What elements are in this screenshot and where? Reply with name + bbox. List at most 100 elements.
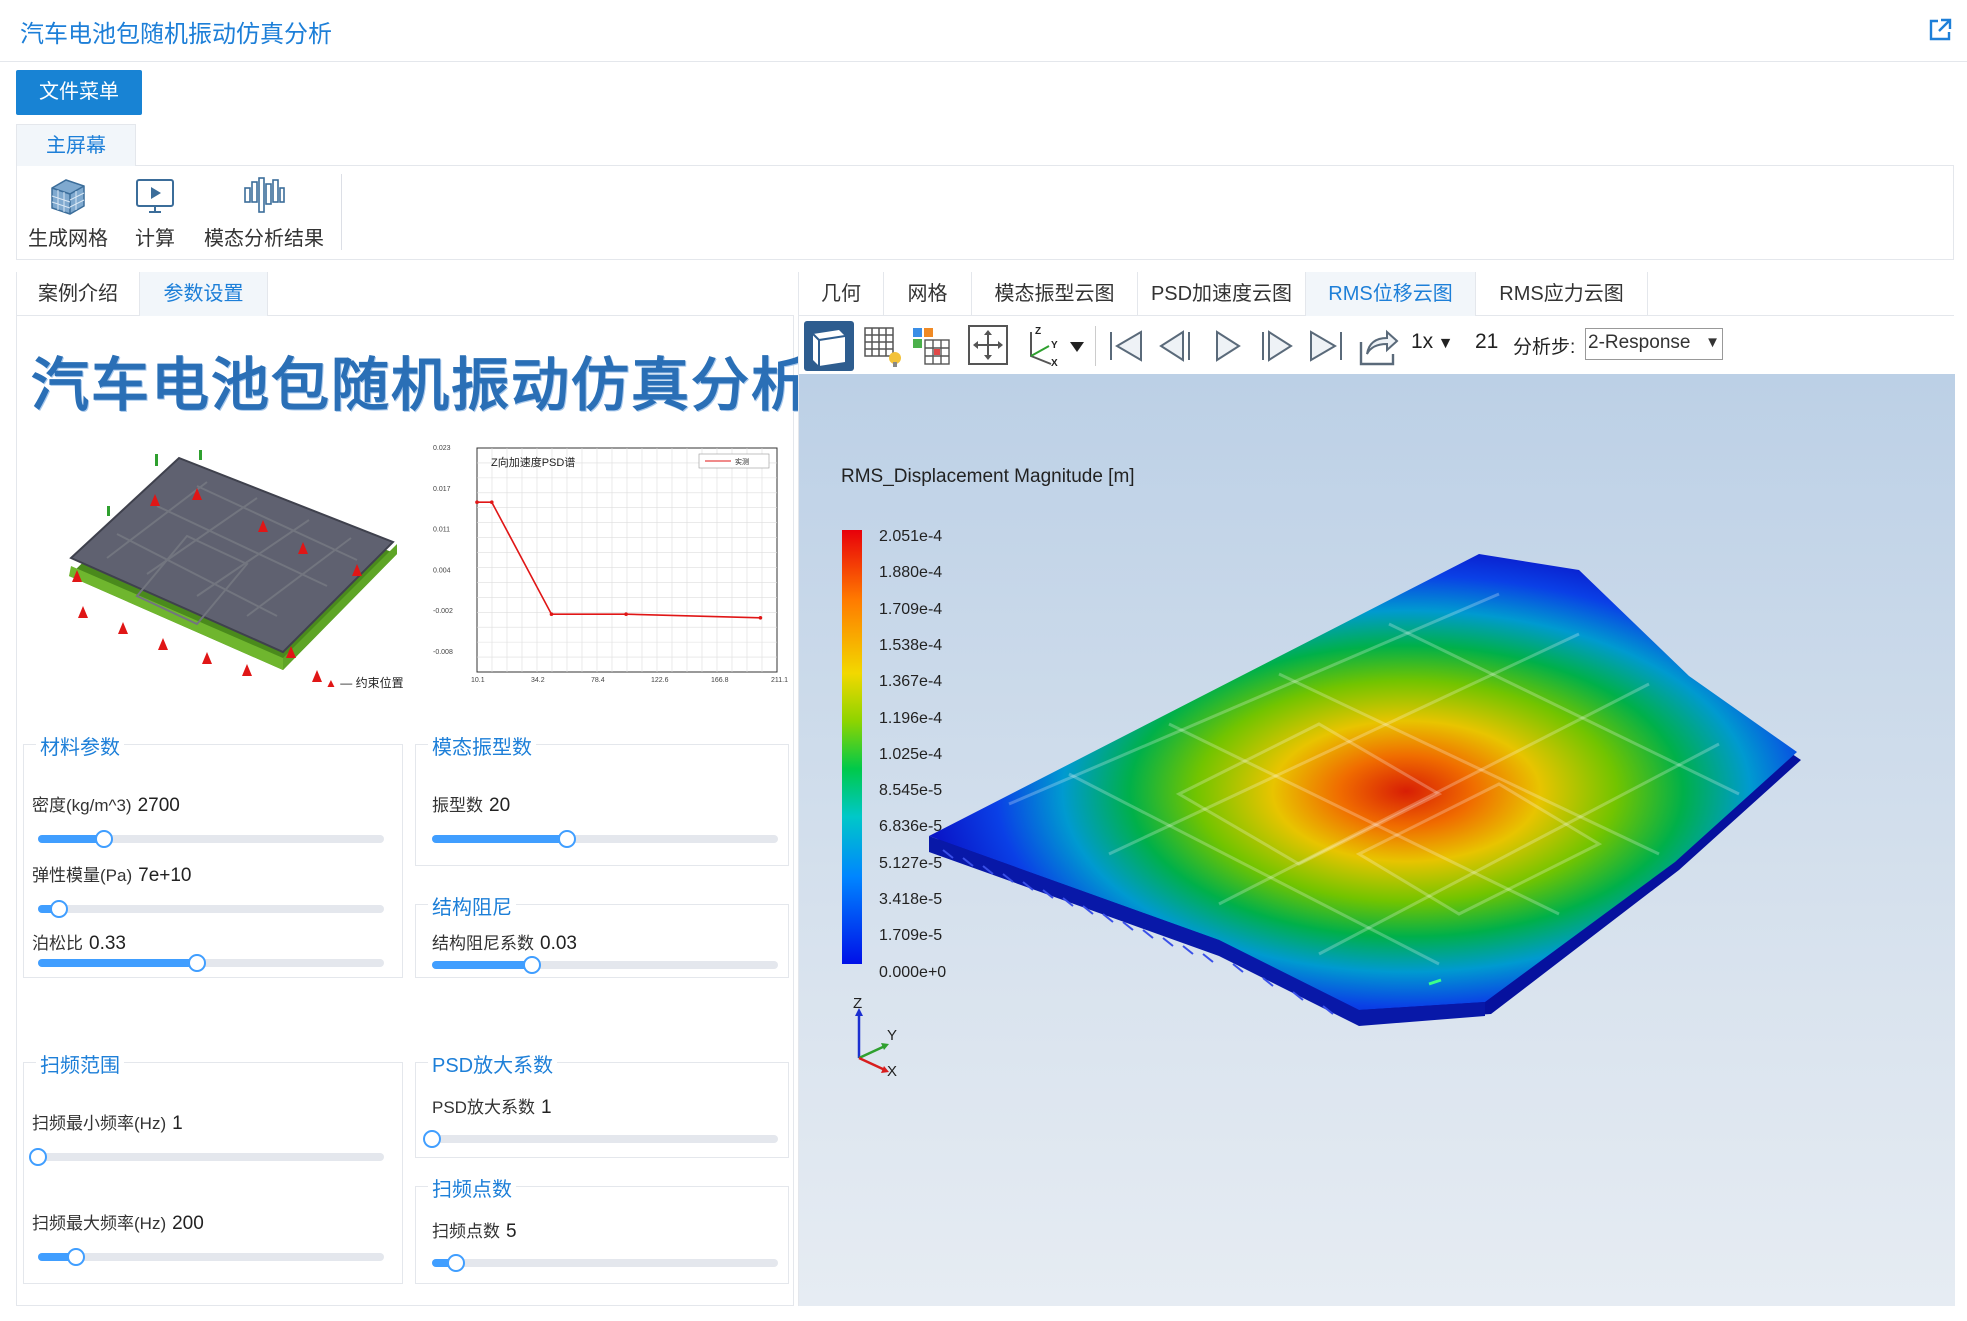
app-title: 汽车电池包随机振动仿真分析: [20, 21, 332, 48]
modulus-slider-knob[interactable]: [49, 900, 68, 918]
speed-dropdown-icon: ▼: [1433, 335, 1454, 352]
tab-params[interactable]: 参数设置: [140, 272, 268, 316]
psd-factor-slider[interactable]: [423, 1130, 778, 1148]
svg-text:Y: Y: [1051, 340, 1058, 351]
modes-value: 20: [489, 795, 511, 816]
axis-triad: Z Y X: [853, 998, 897, 1078]
tab-case-intro[interactable]: 案例介绍: [16, 272, 140, 316]
damping-group-title: 结构阻尼: [428, 891, 516, 920]
constraint-legend-text: 约束位置: [355, 676, 404, 690]
sweep-points-slider[interactable]: [432, 1254, 778, 1272]
modes-slider-knob[interactable]: [557, 830, 576, 848]
poisson-label-text: 泊松比: [32, 934, 83, 953]
modes-slider[interactable]: [432, 830, 778, 848]
first-frame-icon[interactable]: [1103, 324, 1149, 368]
density-label-text: 密度(kg/m^3): [32, 796, 132, 815]
viewer-toolbar: Z Y X 1x ▼ 21 分析步: 2-Response ▼: [799, 316, 1955, 374]
mesh-cube-icon: [51, 179, 85, 215]
psd-factor-label-text: PSD放大系数: [432, 1098, 535, 1117]
fmax-slider[interactable]: [38, 1248, 384, 1266]
modal-result-label: 模态分析结果: [204, 228, 324, 250]
poisson-slider[interactable]: [38, 954, 384, 972]
psd-y-tick: -0.008: [433, 649, 453, 656]
tab-psd-accel[interactable]: PSD加速度云图: [1138, 272, 1306, 316]
3d-viewport[interactable]: RMS_Displacement Magnitude [m] 2.051e-4 1…: [799, 374, 1955, 1306]
psd-y-tick: 0.011: [433, 527, 450, 534]
poisson-slider-knob[interactable]: [188, 954, 207, 972]
damping-slider-fill: [432, 961, 533, 969]
damping-slider[interactable]: [432, 956, 778, 974]
density-slider-fill: [38, 835, 104, 843]
sweep-points-value: 5: [506, 1221, 517, 1242]
axis-dropdown-icon[interactable]: [1067, 324, 1087, 368]
external-link-icon[interactable]: [1926, 16, 1954, 44]
tab-rms-stress[interactable]: RMS应力云图: [1476, 272, 1648, 316]
psd-point: [624, 612, 628, 616]
triad-y-label: Y: [887, 1027, 897, 1044]
prev-frame-icon[interactable]: [1153, 324, 1199, 368]
tab-mesh[interactable]: 网格: [884, 272, 972, 316]
tab-rms-displacement[interactable]: RMS位移云图: [1306, 272, 1476, 316]
mesh-toggle-icon[interactable]: [861, 324, 907, 368]
fmin-slider[interactable]: [29, 1148, 384, 1166]
sweep-range-group-title: 扫频范围: [36, 1049, 124, 1078]
fit-view-icon[interactable]: [965, 324, 1011, 368]
battery-pack-image: [69, 450, 397, 682]
result-viewer: Z Y X 1x ▼ 21 分析步: 2-Response ▼ RMS_Displ…: [798, 316, 1955, 1306]
ribbon-tab-main[interactable]: 主屏幕: [16, 124, 136, 166]
psd-y-tick: -0.002: [433, 608, 453, 615]
psd-x-tick: 10.1: [471, 677, 485, 684]
sweep-points-label: 扫频点数 5: [432, 1217, 517, 1243]
poisson-slider-fill: [38, 959, 198, 967]
damping-label: 结构阻尼系数 0.03: [432, 929, 577, 955]
psd-chart-title: Z向加速度PSD谱: [491, 455, 575, 469]
modes-slider-fill: [432, 835, 567, 843]
psd-factor-group: PSD放大系数 PSD放大系数 1: [415, 1049, 789, 1158]
triad-z-label: Z: [853, 998, 862, 1012]
psd-factor-label: PSD放大系数 1: [432, 1093, 552, 1119]
sweep-points-slider-knob[interactable]: [447, 1254, 466, 1272]
fmin-slider-knob[interactable]: [29, 1148, 47, 1166]
modulus-value: 7e+10: [138, 865, 192, 886]
compute-button[interactable]: 计算: [125, 174, 185, 251]
psd-y-tick: 0.017: [433, 486, 451, 493]
sweep-points-group-title: 扫频点数: [428, 1173, 516, 1202]
tab-geometry[interactable]: 几何: [798, 272, 884, 316]
material-group: 材料参数 密度(kg/m^3) 2700 弹性模量(Pa) 7e+10 泊松比 0.3…: [23, 731, 403, 978]
poisson-label: 泊松比 0.33: [32, 929, 126, 955]
axis-orientation-icon[interactable]: Z Y X: [1021, 324, 1067, 368]
view-mode-icon[interactable]: [803, 320, 855, 372]
psd-chart: 0.023 0.017 0.011 0.004 -0.002 -0.008 10.1 34.…: [433, 445, 788, 684]
next-frame-icon[interactable]: [1253, 324, 1299, 368]
damping-slider-knob[interactable]: [523, 956, 542, 974]
fmax-slider-knob[interactable]: [67, 1248, 86, 1266]
psd-y-tick: 0.004: [433, 567, 451, 574]
export-animation-icon[interactable]: [1355, 324, 1401, 368]
display-options-icon[interactable]: [909, 324, 955, 368]
psd-factor-slider-knob[interactable]: [423, 1130, 441, 1148]
density-slider-knob[interactable]: [94, 830, 113, 848]
speed-selector[interactable]: 1x ▼: [1411, 330, 1453, 354]
svg-text:Z: Z: [1035, 326, 1041, 337]
result-tabbar: 几何 网格 模态振型云图 PSD加速度云图 RMS位移云图 RMS应力云图: [798, 272, 1954, 316]
triad-x-label: X: [887, 1063, 897, 1078]
modulus-slider[interactable]: [38, 900, 384, 918]
file-menu-button[interactable]: 文件菜单: [16, 70, 142, 115]
psd-x-tick: 78.4: [591, 677, 605, 684]
play-icon[interactable]: [1203, 324, 1249, 368]
psd-factor-group-title: PSD放大系数: [428, 1049, 558, 1078]
sweep-points-label-text: 扫频点数: [432, 1222, 500, 1241]
density-value: 2700: [137, 795, 180, 816]
step-dropdown-icon: ▼: [1705, 334, 1720, 351]
generate-mesh-button[interactable]: 生成网格: [25, 174, 111, 251]
damping-label-text: 结构阻尼系数: [432, 934, 534, 953]
modal-result-button[interactable]: 模态分析结果: [199, 174, 329, 251]
psd-x-tick: 211.1: [771, 677, 788, 684]
psd-point: [489, 500, 494, 504]
fmin-label-text: 扫频最小频率(Hz): [32, 1114, 167, 1133]
density-slider[interactable]: [38, 830, 384, 848]
step-select[interactable]: 2-Response ▼: [1585, 328, 1723, 360]
last-frame-icon[interactable]: [1303, 324, 1349, 368]
fmin-value: 1: [172, 1113, 183, 1134]
tab-mode-shape[interactable]: 模态振型云图: [972, 272, 1138, 316]
